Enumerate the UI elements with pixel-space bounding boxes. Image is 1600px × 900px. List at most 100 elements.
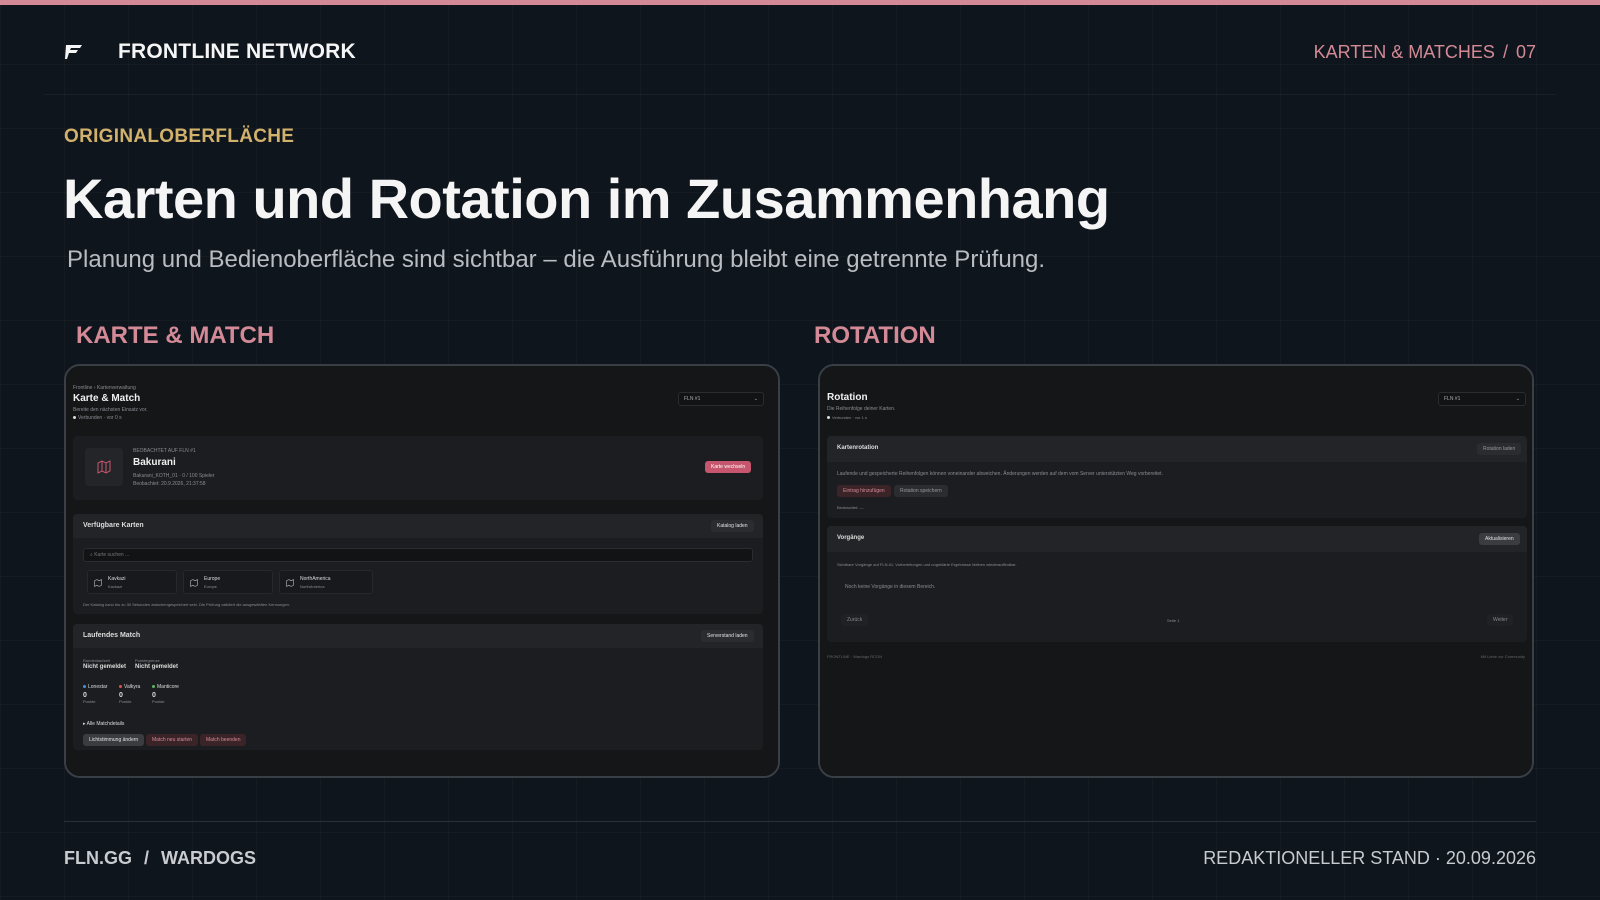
faction-unit: Punkte	[119, 699, 132, 704]
current-map-card: BEOBACHTET AUF FLN #1 Bakurani Bakurani_…	[73, 436, 763, 500]
round-time-label: Rundenlaufzeit	[83, 658, 110, 663]
pagination-next-button[interactable]: Weiter	[1487, 614, 1514, 626]
pagination-back-button[interactable]: Zurück	[841, 614, 869, 626]
faction-name-row: Valkyra	[119, 684, 140, 690]
rotation-page-subtitle: Die Reihenfolge deiner Karten.	[827, 406, 896, 412]
map-tile-sub: NorthAmerica	[300, 584, 325, 589]
map-rotation-title: Kartenrotation	[837, 445, 879, 451]
screenshot-rotation: Rotation Die Reihenfolge deiner Karten. …	[818, 364, 1534, 778]
processes-note: Sichtbare Vorgänge auf FLN #1. Vorbereit…	[837, 562, 1017, 567]
eyebrow-label: ORIGINALOBERFLÄCHE	[64, 126, 295, 147]
available-maps-header	[73, 514, 763, 538]
header-divider	[44, 94, 1556, 95]
add-entry-button[interactable]: Eintrag hinzufügen	[837, 485, 891, 497]
rotation-ui-surface: Rotation Die Reihenfolge deiner Karten. …	[820, 366, 1532, 776]
section-reference: KARTEN & MATCHES / 07	[1314, 42, 1536, 63]
current-map-observed-time: Beobachtet: 20.9.2026, 21:37:58	[133, 481, 206, 487]
faction-dot-icon	[152, 685, 155, 689]
restart-match-button[interactable]: Match neu starten	[146, 734, 199, 746]
change-map-button[interactable]: Karte wechseln	[705, 461, 752, 473]
available-maps-card: Verfügbare Karten Katalog laden ⌕ Karte …	[73, 514, 763, 614]
faction-name: Lonestar	[88, 684, 108, 690]
slide-subtitle: Planung und Bedienoberfläche sind sichtb…	[67, 246, 1046, 273]
observed-server-label: BEOBACHTET AUF FLN #1	[133, 448, 196, 454]
map-status-text: Verbunden · vor 0 s	[78, 415, 122, 421]
map-ui-surface: Frontline › Kartenverwaltung Karte & Mat…	[66, 366, 778, 776]
section-name: KARTEN & MATCHES	[1313, 41, 1495, 62]
map-tile-name: Europe	[204, 576, 221, 582]
refresh-button[interactable]: Aktualisieren	[1479, 533, 1520, 545]
accent-top-bar	[0, 0, 1600, 5]
faction-valkyra: Valkyra 0 Punkte	[119, 684, 140, 704]
current-map-name: Bakurani	[133, 457, 176, 468]
load-server-state-button[interactable]: Serverstand laden	[701, 630, 754, 642]
footer-brand: FLN.GG / WARDOGS	[64, 848, 256, 869]
panel-label-map: KARTE & MATCH	[76, 322, 275, 349]
running-match-header	[73, 624, 763, 648]
footer-separator: /	[144, 848, 150, 868]
footer-project: WARDOGS	[161, 848, 257, 868]
running-match-title: Laufendes Match	[83, 632, 141, 639]
rotation-server-select-value: FLN #1	[1444, 396, 1461, 402]
faction-name: Valkyra	[124, 684, 141, 690]
rotation-page-title: Rotation	[827, 392, 868, 403]
processes-empty-state: Noch keine Vorgänge in diesem Bereich.	[845, 584, 936, 590]
processes-title: Vorgänge	[837, 535, 865, 541]
map-tile-sub: Kavkazi	[108, 584, 123, 589]
current-map-details: Bakurani_KOTH_01 · 0 / 100 Spieler	[133, 473, 215, 479]
chevron-down-icon: ⌄	[1515, 396, 1520, 402]
status-dot-icon	[73, 416, 76, 420]
map-tile-northamerica[interactable]: NorthAmerica NorthAmerica	[279, 570, 373, 594]
running-match-card: Laufendes Match Serverstand laden Runden…	[73, 624, 763, 750]
change-lighting-button[interactable]: Lichtstimmung ändern	[83, 734, 145, 746]
map-server-select[interactable]: FLN #1 ⌄	[678, 392, 764, 406]
faction-unit: Punkte	[83, 699, 96, 704]
map-tile-europe[interactable]: Europe Europe	[183, 570, 273, 594]
faction-score: 0	[152, 692, 156, 699]
map-tile-name: Kavkazi	[108, 576, 126, 582]
brand-name: FRONTLINE NETWORK	[118, 40, 356, 63]
panel-label-rotation: ROTATION	[814, 322, 936, 349]
score-limit-label: Punktegrenze	[135, 658, 160, 663]
catalog-note: Der Katalog kann bis zu 30 Sekunden zwis…	[83, 602, 291, 607]
faction-name-row: Lonestar	[83, 684, 107, 690]
processes-header	[827, 526, 1527, 552]
load-catalog-button[interactable]: Katalog laden	[711, 520, 754, 532]
map-icon	[286, 579, 294, 587]
frontline-logo-icon	[65, 45, 82, 59]
faction-dot-icon	[83, 685, 86, 689]
faction-manticore: Manticore 0 Punkte	[152, 684, 179, 704]
load-rotation-button[interactable]: Rotation laden	[1477, 443, 1522, 455]
save-rotation-button[interactable]: Rotation speichern	[894, 485, 948, 497]
faction-name-row: Manticore	[152, 684, 179, 690]
map-server-select-value: FLN #1	[684, 396, 701, 402]
brand: FRONTLINE NETWORK	[64, 40, 356, 64]
map-search-input[interactable]: ⌕ Karte suchen ...	[83, 548, 753, 562]
map-search-placeholder: Karte suchen ...	[94, 552, 130, 558]
match-details-toggle[interactable]: ▸ Alle Matchdetails	[83, 721, 124, 727]
screenshot-map-match: Frontline › Kartenverwaltung Karte & Mat…	[64, 364, 780, 778]
slide-header: FRONTLINE NETWORK KARTEN & MATCHES / 07	[64, 34, 1536, 70]
rotation-footer-left: FRONTLINE · Wardogs RCON	[827, 654, 882, 659]
map-icon	[190, 579, 198, 587]
map-tile-kavkazi[interactable]: Kavkazi Kavkazi	[87, 570, 177, 594]
score-limit-value: Nicht gemeldet	[135, 664, 179, 670]
available-maps-title: Verfügbare Karten	[83, 522, 144, 529]
rotation-note: Laufende und gespeicherte Reihenfolgen k…	[837, 471, 1163, 477]
processes-card: Vorgänge Aktualisieren Sichtbare Vorgäng…	[827, 526, 1527, 642]
slide-title: Karten und Rotation im Zusammenhang	[63, 167, 1110, 230]
map-icon	[97, 460, 111, 474]
rotation-footer-right: Mit Liebe zur Community	[1480, 654, 1525, 659]
map-icon	[94, 579, 102, 587]
faction-score: 0	[119, 692, 123, 699]
footer-editorial-date: REDAKTIONELLER STAND · 20.09.2026	[1203, 848, 1536, 868]
rotation-server-select[interactable]: FLN #1 ⌄	[1438, 392, 1526, 406]
pagination-indicator: Seite 1	[1167, 618, 1180, 623]
footer-site: FLN.GG	[64, 848, 132, 868]
end-match-button[interactable]: Match beenden	[200, 734, 247, 746]
rotation-connection-status: Verbunden · vor 1 s	[827, 415, 867, 420]
status-dot-icon	[827, 416, 830, 420]
map-rotation-card: Kartenrotation Rotation laden Laufende u…	[827, 436, 1527, 518]
map-rotation-header	[827, 436, 1527, 462]
map-connection-status: Verbunden · vor 0 s	[73, 415, 122, 421]
